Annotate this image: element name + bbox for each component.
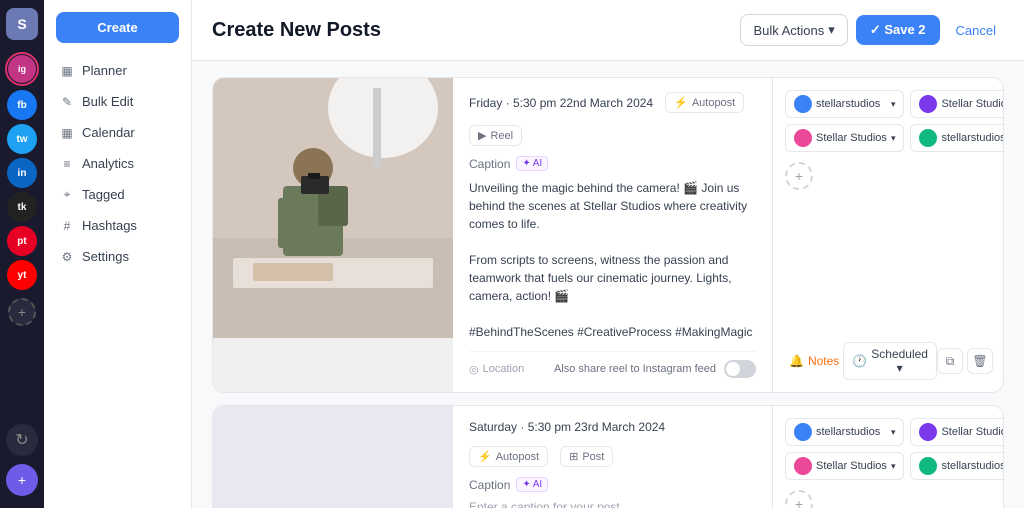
create-button[interactable]: Create [56,12,179,43]
post-sidebar-footer-1: 🔔 Notes 🕐 Scheduled ▾ ⧉ 🗑 [785,342,991,380]
sidebar-item-tagged[interactable]: ⌖ Tagged [44,179,191,210]
sidebar-nav: ▦ Planner ✎ Bulk Edit ▦ Calendar ≡ Analy… [44,55,191,272]
chevron-icon-7: ▾ [891,461,896,472]
clock-icon: 🕐 [852,354,867,368]
account-tag-1a[interactable]: stellarstudios ▾ [785,90,904,118]
post-meta-1: Friday · 5:30 pm 22nd March 2024 ⚡ Autop… [469,92,756,146]
user-initial[interactable]: S [6,8,38,40]
avatar-tiktok[interactable]: tk [7,192,37,222]
notes-button-1[interactable]: 🔔 Notes [785,350,843,372]
caption-label-2: Caption ✦ AI [469,477,756,492]
autopost-icon-2: ⚡ [478,450,492,463]
chevron-icon: ▾ [891,99,896,110]
upload-area-2[interactable]: + Images or Videos [213,406,453,508]
post-footer-1: ◎ Location Also share reel to Instagram … [469,351,756,378]
bulk-edit-icon: ✎ [60,95,74,109]
main-content: Create New Posts Bulk Actions ▾ ✓ Save 2… [192,0,1024,508]
location-button-1[interactable]: ◎ Location [469,363,524,376]
account-tag-2b[interactable]: Stellar Studios ▾ [910,418,1004,446]
sidebar-item-analytics[interactable]: ≡ Analytics [44,148,191,179]
sidebar-item-planner[interactable]: ▦ Planner [44,55,191,86]
account-tag-2c[interactable]: Stellar Studios ▾ [785,452,904,480]
icon-bar: S ig fb tw in tk pt yt + ↻ + [0,0,44,508]
hashtags-icon: # [60,219,74,233]
post-sidebar-2: stellarstudios ▾ Stellar Studios ▾ [773,406,1003,508]
sidebar: Create ▦ Planner ✎ Bulk Edit ▦ Calendar … [44,0,192,508]
planner-icon: ▦ [60,64,74,78]
plus-circle-button[interactable]: + [6,464,38,496]
post-content-1: Friday · 5:30 pm 22nd March 2024 ⚡ Autop… [453,78,773,392]
avatar-facebook[interactable]: fb [7,90,37,120]
header-actions: Bulk Actions ▾ ✓ Save 2 Cancel [740,14,1004,46]
account-grid-1: stellarstudios ▾ Stellar Studios ▾ [785,90,991,152]
caption-input-2[interactable]: Enter a caption for your post... [469,500,756,508]
ai-badge-1: ✦ AI [516,156,548,171]
settings-icon: ⚙ [60,250,74,264]
ai-badge-2: ✦ AI [516,477,548,492]
post-image-1 [213,78,453,392]
sidebar-item-hashtags[interactable]: # Hashtags [44,210,191,241]
sidebar-item-bulk-edit[interactable]: ✎ Bulk Edit [44,86,191,117]
post-meta-2: Saturday · 5:30 pm 23rd March 2024 ⚡ Aut… [469,420,756,467]
sparkle-icon-2: ✦ [522,479,530,490]
sidebar-item-calendar[interactable]: ▦ Calendar [44,117,191,148]
avatar-youtube[interactable]: yt [7,260,37,290]
account-tag-1c[interactable]: Stellar Studios ▾ [785,124,904,152]
avatar-pinterest[interactable]: pt [7,226,37,256]
account-grid-2: stellarstudios ▾ Stellar Studios ▾ [785,418,991,480]
post-card-1: Friday · 5:30 pm 22nd March 2024 ⚡ Autop… [212,77,1004,393]
icon-actions-1: ⧉ 🗑 [937,348,993,374]
chevron-icon-5: ▾ [891,427,896,438]
avatar-linkedin[interactable]: in [7,158,37,188]
type-badge-2[interactable]: ⊞ Post [560,446,613,467]
cancel-button[interactable]: Cancel [948,16,1004,45]
posts-container: Friday · 5:30 pm 22nd March 2024 ⚡ Autop… [192,61,1024,508]
chevron-down-icon: ▾ [828,22,835,38]
scheduled-button-1[interactable]: 🕐 Scheduled ▾ [843,342,937,380]
add-account-to-post-2[interactable]: + [785,490,813,508]
tagged-icon: ⌖ [60,188,74,202]
share-toggle-area-1: Also share reel to Instagram feed [554,360,756,378]
autopost-badge-1[interactable]: ⚡ Autopost [665,92,744,113]
schedule-icon[interactable]: ↻ [6,424,38,456]
caption-text-1[interactable]: Unveiling the magic behind the camera! 🎬… [469,179,756,341]
sparkle-icon: ✦ [522,158,530,169]
analytics-icon: ≡ [60,157,74,171]
page-title: Create New Posts [212,19,381,42]
post-date-2: Saturday · 5:30 pm 23rd March 2024 [469,420,665,434]
type-badge-1[interactable]: ▶ Reel [469,125,522,146]
post-date-1: Friday · 5:30 pm 22nd March 2024 [469,96,653,110]
caption-label-1: Caption ✦ AI [469,156,756,171]
calendar-icon: ▦ [60,126,74,140]
delete-button-1[interactable]: 🗑 [967,348,993,374]
add-account-to-post-1[interactable]: + [785,162,813,190]
post-sidebar-1: stellarstudios ▾ Stellar Studios ▾ [773,78,1003,392]
autopost-badge-2[interactable]: ⚡ Autopost [469,446,548,467]
post-card-2: + Images or Videos Saturday · 5:30 pm 23… [212,405,1004,508]
post-type-icon: ⊞ [569,450,578,463]
account-tag-1d[interactable]: stellarstudios ▾ [910,124,1004,152]
bulk-actions-button[interactable]: Bulk Actions ▾ [740,14,847,46]
autopost-icon: ⚡ [674,96,688,109]
post-content-2: Saturday · 5:30 pm 23rd March 2024 ⚡ Aut… [453,406,773,508]
save-button[interactable]: ✓ Save 2 [856,15,940,45]
add-account-button[interactable]: + [8,298,36,326]
avatar-instagram-1[interactable]: ig [5,52,39,86]
page-header: Create New Posts Bulk Actions ▾ ✓ Save 2… [192,0,1024,61]
share-reel-toggle-1[interactable] [724,360,756,378]
account-tag-1b[interactable]: Stellar Studios ▾ [910,90,1004,118]
location-icon: ◎ [469,363,479,376]
account-tag-2d[interactable]: stellarstudios ▾ [910,452,1004,480]
copy-button-1[interactable]: ⧉ [937,348,963,374]
sidebar-item-settings[interactable]: ⚙ Settings [44,241,191,272]
account-tag-2a[interactable]: stellarstudios ▾ [785,418,904,446]
notes-icon: 🔔 [789,354,804,368]
avatar-twitter[interactable]: tw [7,124,37,154]
reel-icon: ▶ [478,129,486,142]
chevron-icon-3: ▾ [891,133,896,144]
